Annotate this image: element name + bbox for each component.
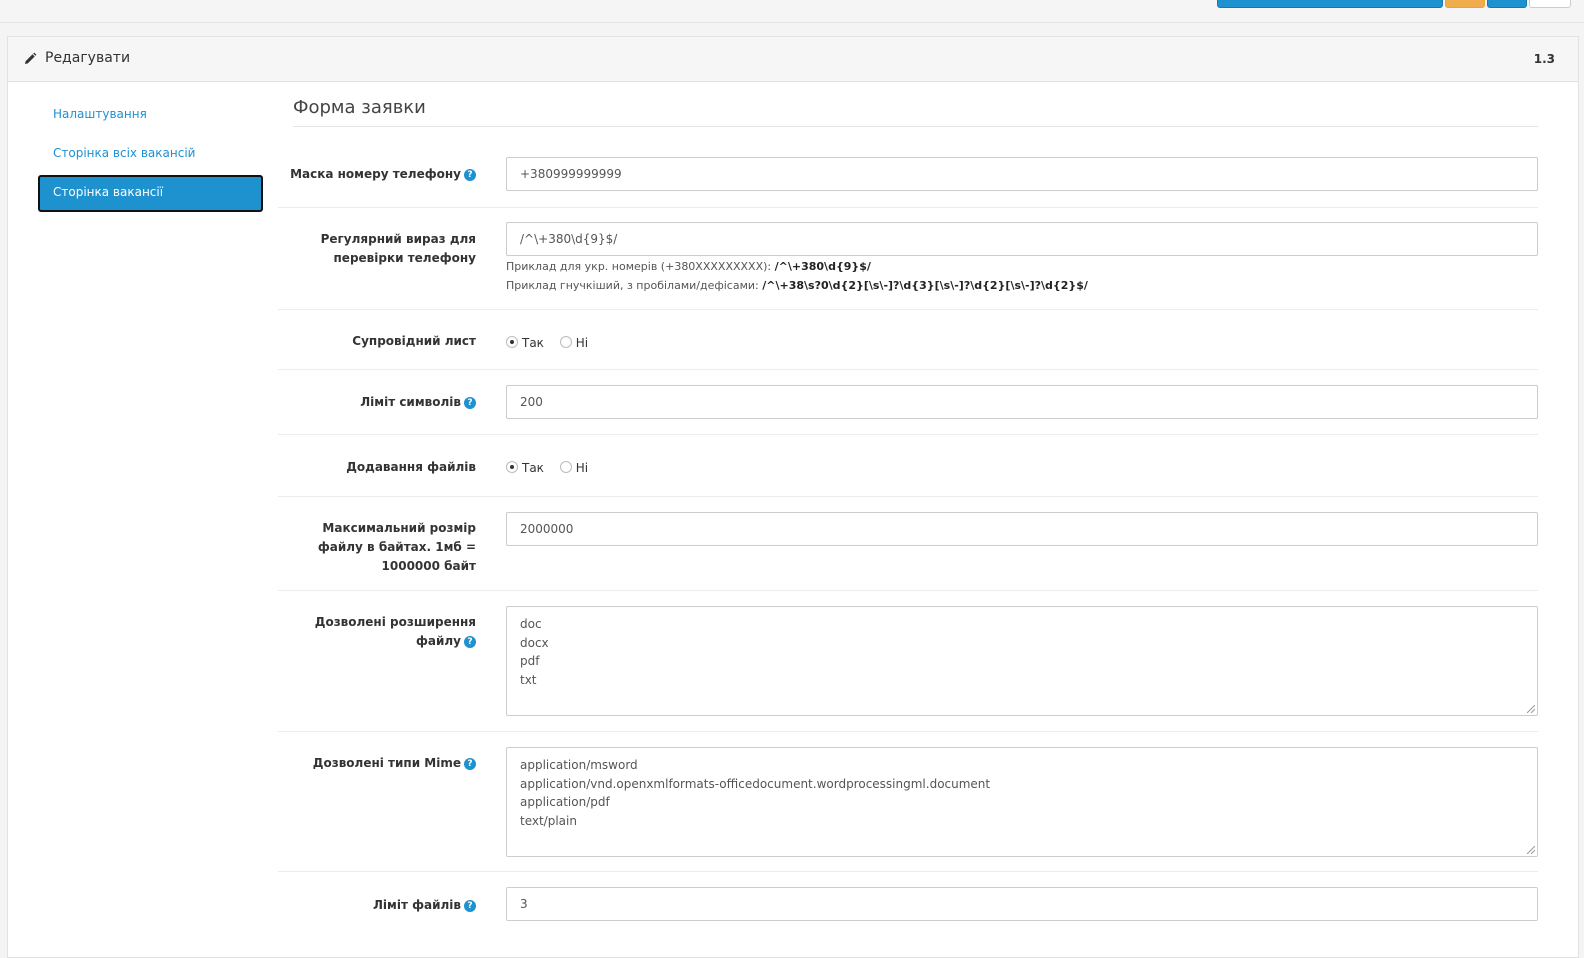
row-file-upload: Додавання файлів Так Ні xyxy=(278,435,1538,497)
row-max-size: Максимальний розмір файлу в байтах. 1мб … xyxy=(278,497,1538,591)
file-upload-no-radio[interactable]: Ні xyxy=(559,461,588,475)
resize-grip-icon[interactable] xyxy=(1527,705,1535,713)
cover-letter-yes-radio[interactable]: Так xyxy=(506,336,544,350)
file-upload-radio-group: Так Ні xyxy=(506,461,600,475)
pencil-icon xyxy=(25,52,37,64)
cover-letter-no-radio[interactable]: Ні xyxy=(559,336,588,350)
cover-letter-radio-group: Так Ні xyxy=(506,336,600,350)
phone-regex-input[interactable]: /^\+380\d{9}$/ xyxy=(506,222,1538,256)
radio-unchecked-icon xyxy=(559,336,572,348)
panel-title: Редагувати xyxy=(45,50,131,66)
nav-item-vacancy-page[interactable]: Сторінка вакансії xyxy=(38,175,263,212)
char-limit-input[interactable]: 200 xyxy=(506,385,1538,419)
edit-panel: Редагувати 1.3 Налаштування Сторінка всі… xyxy=(7,36,1579,958)
save-button[interactable] xyxy=(1217,0,1443,8)
radio-checked-icon xyxy=(506,461,518,473)
row-phone-mask: Маска номеру телефону? +380999999999 xyxy=(278,151,1538,208)
max-size-input[interactable]: 2000000 xyxy=(506,512,1538,546)
label-phone-regex: Регулярний вираз для перевірки телефону xyxy=(320,232,476,265)
mime-textarea[interactable]: application/msword application/vnd.openx… xyxy=(506,747,1538,857)
top-toolbar xyxy=(0,0,1584,23)
label-char-limit: Ліміт символів? xyxy=(276,393,476,412)
help-icon[interactable]: ? xyxy=(464,758,476,770)
help-icon[interactable]: ? xyxy=(464,636,476,648)
section-title: Форма заявки xyxy=(293,97,1538,127)
row-extensions: Дозволені розширення файлу? doc docx pdf… xyxy=(278,591,1538,732)
row-cover-letter: Супровідний лист Так Ні xyxy=(278,310,1538,370)
regex-hint-1: Приклад для укр. номерів (+380XXXXXXXXX)… xyxy=(506,260,871,273)
row-phone-regex: Регулярний вираз для перевірки телефону … xyxy=(278,208,1538,310)
label-mime: Дозволені типи Mime? xyxy=(276,754,476,773)
nav-item-settings[interactable]: Налаштування xyxy=(38,97,263,131)
help-icon[interactable]: ? xyxy=(464,900,476,912)
extensions-textarea[interactable]: doc docx pdf txt xyxy=(506,606,1538,716)
settings-nav: Налаштування Сторінка всіх вакансій Стор… xyxy=(38,97,263,217)
row-char-limit: Ліміт символів? 200 xyxy=(278,370,1538,435)
nav-item-all-vacancies[interactable]: Сторінка всіх вакансій xyxy=(38,136,263,170)
label-file-upload: Додавання файлів xyxy=(346,460,476,474)
warning-button[interactable] xyxy=(1445,0,1485,8)
version-label: 1.3 xyxy=(1533,52,1555,66)
label-extensions: Дозволені розширення файлу? xyxy=(314,615,476,648)
help-icon[interactable]: ? xyxy=(464,397,476,409)
row-file-limit: Ліміт файлів? 3 xyxy=(278,872,1538,932)
row-mime: Дозволені типи Mime? application/msword … xyxy=(278,732,1538,872)
label-phone-mask: Маска номеру телефону? xyxy=(276,165,476,184)
regex-hint-2: Приклад гнучкіший, з пробілами/дефісами:… xyxy=(506,279,1088,292)
file-upload-yes-radio[interactable]: Так xyxy=(506,461,544,475)
resize-grip-icon[interactable] xyxy=(1527,846,1535,854)
phone-mask-input[interactable]: +380999999999 xyxy=(506,157,1538,191)
label-max-size: Максимальний розмір файлу в байтах. 1мб … xyxy=(317,521,476,573)
label-cover-letter: Супровідний лист xyxy=(352,334,476,348)
label-file-limit: Ліміт файлів? xyxy=(276,896,476,915)
radio-checked-icon xyxy=(506,336,518,348)
info-button[interactable] xyxy=(1487,0,1527,8)
cancel-button[interactable] xyxy=(1529,0,1571,8)
help-icon[interactable]: ? xyxy=(464,169,476,181)
panel-heading: Редагувати 1.3 xyxy=(8,37,1578,82)
file-limit-input[interactable]: 3 xyxy=(506,887,1538,921)
radio-unchecked-icon xyxy=(559,461,572,473)
